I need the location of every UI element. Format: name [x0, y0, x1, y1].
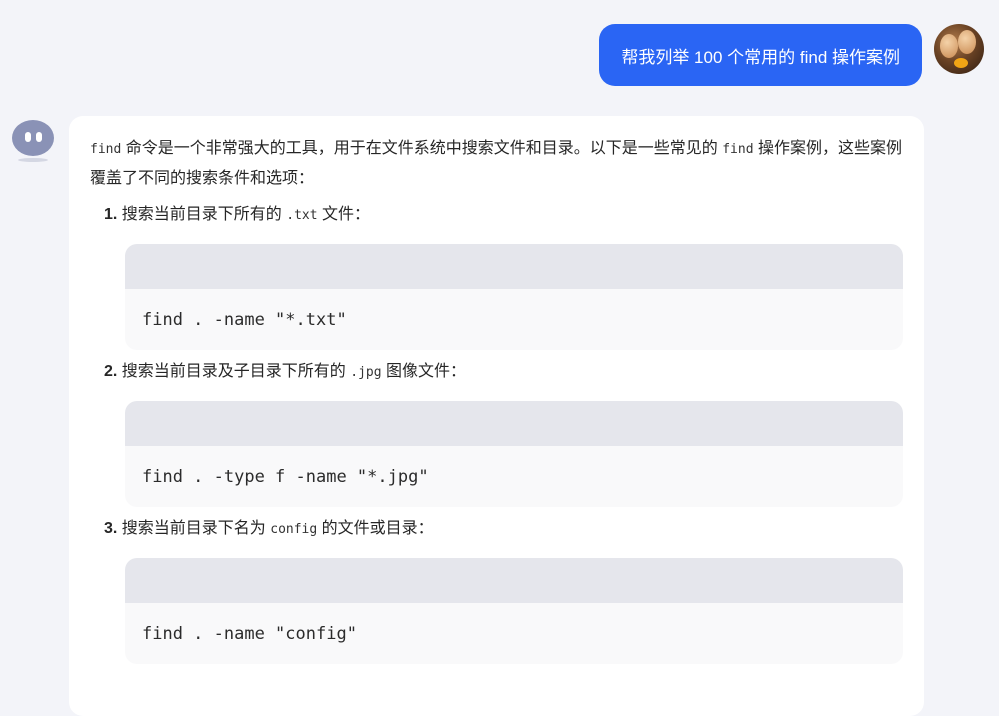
bot-avatar-shadow	[18, 158, 48, 162]
inline-code: .jpg	[350, 365, 382, 380]
inline-code: .txt	[286, 208, 318, 223]
bot-eye-right	[36, 132, 42, 142]
code-block-header	[125, 558, 903, 603]
assistant-message-card: find 命令是一个非常强大的工具，用于在文件系统中搜索文件和目录。以下是一些常…	[69, 116, 924, 716]
list-item-title: 2. 搜索当前目录及子目录下所有的 .jpg 图像文件：	[104, 360, 903, 385]
user-message-text: 帮我列举 100 个常用的 find 操作案例	[621, 47, 900, 67]
code-block-header	[125, 244, 903, 289]
inline-code: config	[270, 522, 318, 537]
list-item-text: 的文件或目录：	[317, 520, 434, 537]
inline-code: find	[722, 142, 754, 157]
bot-eye-left	[25, 132, 31, 142]
bot-avatar-icon	[12, 120, 54, 162]
egg-shape	[940, 34, 958, 58]
code-block: find . -name "*.txt"	[125, 244, 903, 350]
code-block-body[interactable]: find . -type f -name "*.jpg"	[125, 446, 903, 507]
list-item-number: 2.	[104, 363, 118, 380]
list-item-title: 1. 搜索当前目录下所有的 .txt 文件：	[104, 203, 903, 228]
egg-shape	[958, 30, 976, 54]
code-block-body[interactable]: find . -name "config"	[125, 603, 903, 664]
code-block-body[interactable]: find . -name "*.txt"	[125, 289, 903, 350]
list-item-title: 3. 搜索当前目录下名为 config 的文件或目录：	[104, 517, 903, 542]
user-message-bubble: 帮我列举 100 个常用的 find 操作案例	[599, 24, 922, 86]
intro-text: 命令是一个非常强大的工具，用于在文件系统中搜索文件和目录。以下是一些常见的	[121, 140, 723, 157]
list-item-text: 文件：	[317, 206, 371, 223]
assistant-intro: find 命令是一个非常强大的工具，用于在文件系统中搜索文件和目录。以下是一些常…	[90, 134, 903, 193]
list-item-number: 3.	[104, 520, 118, 537]
list-item-text: 搜索当前目录及子目录下所有的	[117, 363, 351, 380]
list-item-text: 搜索当前目录下名为	[117, 520, 271, 537]
list-item-text: 图像文件：	[381, 363, 467, 380]
code-block-header	[125, 401, 903, 446]
yolk-shape	[954, 58, 968, 68]
list-item-number: 1.	[104, 206, 118, 223]
code-block: find . -type f -name "*.jpg"	[125, 401, 903, 507]
list-item-text: 搜索当前目录下所有的	[117, 206, 287, 223]
code-block: find . -name "config"	[125, 558, 903, 664]
inline-code: find	[90, 142, 122, 157]
user-message-row: 帮我列举 100 个常用的 find 操作案例	[599, 24, 984, 86]
user-avatar[interactable]	[934, 24, 984, 74]
